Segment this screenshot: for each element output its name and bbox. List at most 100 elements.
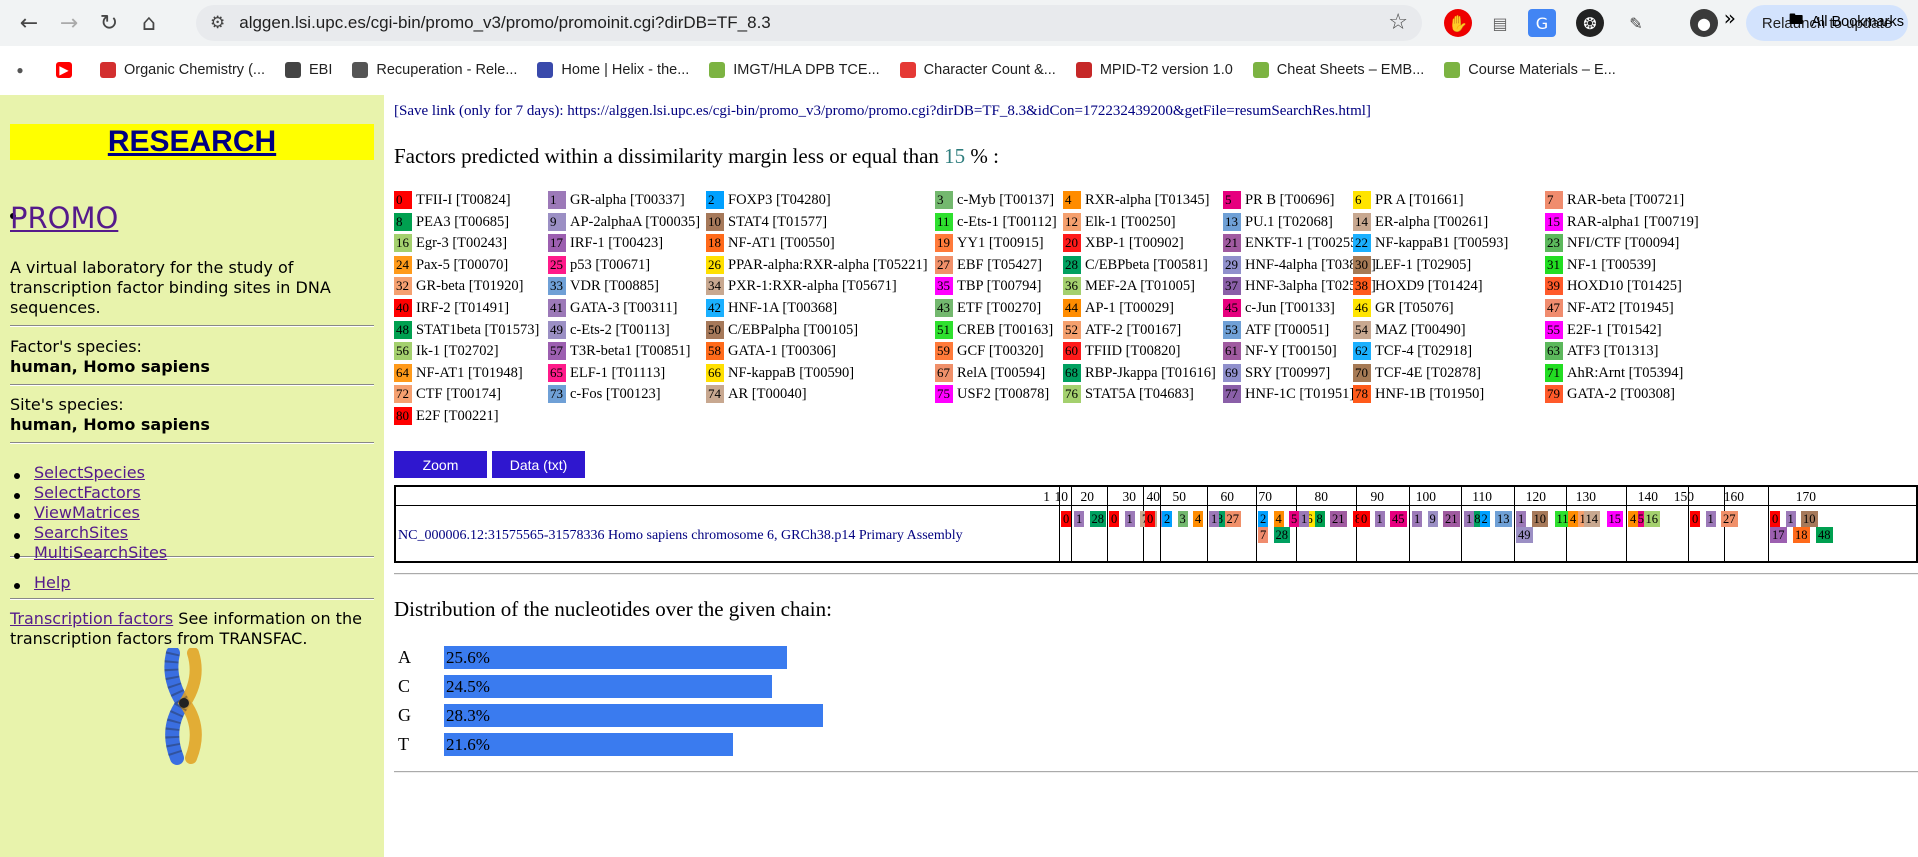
hit-badge[interactable]: 18 <box>1793 527 1810 543</box>
bookmark-item[interactable]: Recuperation - Rele... <box>352 62 517 78</box>
hit-badge[interactable]: 0 <box>1109 511 1120 527</box>
ruler-tick: 70 <box>1258 489 1273 504</box>
profile-avatar[interactable]: ● <box>1690 9 1718 37</box>
hit-badge[interactable]: 3 <box>1177 511 1188 527</box>
extensions-icon[interactable]: ✎ <box>1622 9 1650 37</box>
bookmark-item[interactable]: MPID-T2 version 1.0 <box>1075 62 1233 78</box>
save-link-text[interactable]: [Save link (only for 7 days): https://al… <box>394 103 1371 120</box>
bookmark-item[interactable]: Cheat Sheets – EMB... <box>1252 62 1424 78</box>
hit-badge[interactable]: 4 <box>1628 511 1639 527</box>
factor-color-badge: 8 <box>394 212 412 231</box>
promo-link[interactable]: PROMO <box>10 201 118 235</box>
hit-badge[interactable]: 2 <box>1258 511 1269 527</box>
hit-badge[interactable]: 45 <box>1390 511 1407 527</box>
factor-name: GATA-1 [T00306] <box>728 343 836 360</box>
hit-badge[interactable]: 21 <box>1443 511 1460 527</box>
hit-badge[interactable]: 1 <box>1374 511 1385 527</box>
all-bookmarks-button[interactable]: 🖿 All Bookmarks <box>1789 9 1904 34</box>
reload-icon[interactable]: ↻ <box>92 6 126 40</box>
data-txt-button[interactable]: Data (txt) <box>492 451 585 478</box>
hit-badge[interactable]: 1 <box>1074 511 1085 527</box>
hit-badge[interactable]: 4 <box>1568 511 1579 527</box>
transcription-factors-link[interactable]: Transcription factors <box>10 609 173 628</box>
document-icon[interactable]: ▤ <box>1486 9 1514 37</box>
hit-badge[interactable]: 13 <box>1495 511 1512 527</box>
hit-badge[interactable]: 49 <box>1516 527 1533 543</box>
address-bar[interactable]: ⚙ alggen.lsi.upc.es/cgi-bin/promo_v3/pro… <box>196 5 1422 41</box>
bookmark-globe[interactable]: ● <box>12 62 36 78</box>
sidebar-link-selectspecies[interactable]: SelectSpecies <box>34 463 145 482</box>
hit-badge[interactable]: 16 <box>1643 511 1660 527</box>
hit-badge[interactable]: 1 <box>1209 511 1220 527</box>
hit-badge[interactable]: 1 <box>1412 511 1423 527</box>
hit-badge[interactable]: 1 <box>1785 511 1796 527</box>
hit-badge[interactable]: 2 <box>1479 511 1490 527</box>
hit-badge[interactable]: 21 <box>1330 511 1347 527</box>
hit-badge[interactable]: 8 <box>1314 511 1325 527</box>
bookmark-item[interactable]: Course Materials – E... <box>1444 62 1616 78</box>
hit-badge[interactable]: 0 <box>1359 511 1370 527</box>
folder-icon: 🖿 <box>1788 12 1804 28</box>
home-icon[interactable]: ⌂ <box>132 6 166 40</box>
hit-badge[interactable]: 0 <box>1145 511 1156 527</box>
hit-badge[interactable]: 28 <box>1273 527 1290 543</box>
adblock-icon[interactable]: ✋ <box>1444 9 1472 37</box>
translate-icon[interactable]: G <box>1528 9 1556 37</box>
hit-badge[interactable]: 27 <box>1224 511 1241 527</box>
openai-icon[interactable]: ❂ <box>1576 9 1604 37</box>
research-link[interactable]: RESEARCH <box>108 125 276 158</box>
hit-badge[interactable]: 1 <box>1124 511 1135 527</box>
hit-badge[interactable]: 48 <box>1816 527 1833 543</box>
forward-icon[interactable]: → <box>52 6 86 40</box>
bookmark-item[interactable]: Character Count &... <box>899 62 1056 78</box>
sidebar-link-searchsites[interactable]: SearchSites <box>34 523 128 542</box>
hit-badge[interactable]: 14 <box>1583 511 1600 527</box>
hit-badge[interactable]: 1 <box>1464 511 1475 527</box>
hit-badge[interactable]: 0 <box>1690 511 1701 527</box>
factor-item: 38 HOXD9 [T01424] <box>1353 277 1483 296</box>
bookmark-item[interactable]: Home | Helix - the... <box>537 62 689 78</box>
more-bookmarks-icon[interactable]: » <box>1724 6 1736 30</box>
hit-badge[interactable]: 10 <box>1531 511 1548 527</box>
bookmark-item[interactable]: EBI <box>285 62 332 78</box>
hit-badge[interactable]: 0 <box>1061 511 1072 527</box>
factor-name: MEF-2A [T01005] <box>1085 278 1195 295</box>
hit-badge[interactable]: 1 <box>1299 511 1310 527</box>
factor-color-badge: 6 <box>1353 191 1371 209</box>
hit-badge[interactable]: 28 <box>1089 511 1106 527</box>
hit-badge[interactable]: 17 <box>1770 527 1787 543</box>
sidebar-link-selectfactors[interactable]: SelectFactors <box>34 483 141 502</box>
hit-badge[interactable]: 15 <box>1606 511 1623 527</box>
hit-badge[interactable]: 1 <box>1516 511 1527 527</box>
back-icon[interactable]: ← <box>12 6 46 40</box>
bookmark-item[interactable]: IMGT/HLA DPB TCE... <box>709 62 880 78</box>
hit-badge[interactable]: 27 <box>1721 511 1738 527</box>
sequence-map-table: 1 10 20 30 40 50 60 70 80 90 100 110 120 130 140 150 160… <box>394 485 1918 563</box>
bookmark-youtube[interactable]: ▶ <box>56 62 80 78</box>
help-link[interactable]: Help <box>34 573 70 592</box>
hit-badge[interactable]: 9 <box>1427 511 1438 527</box>
zoom-button[interactable]: Zoom <box>394 451 487 478</box>
factor-item: 6 PR A [T01661] <box>1353 191 1464 209</box>
hit-badge[interactable]: 1 <box>1705 511 1716 527</box>
site-species-value: human, Homo sapiens <box>10 415 210 434</box>
hit-badge[interactable]: 7 <box>1258 527 1269 543</box>
site-info-icon[interactable]: ⚙ <box>210 13 225 33</box>
hit-badge[interactable]: 2 <box>1162 511 1173 527</box>
hit-badge[interactable]: 0 <box>1770 511 1781 527</box>
dissimilarity-margin: 15 <box>944 144 966 168</box>
bookmark-star-icon[interactable]: ☆ <box>1388 10 1408 35</box>
sidebar-link-viewmatrices[interactable]: ViewMatrices <box>34 503 140 522</box>
hit-badge[interactable]: 4 <box>1193 511 1204 527</box>
hit-badge[interactable]: 10 <box>1801 511 1818 527</box>
factor-color-badge: 3 <box>935 191 953 209</box>
factor-item: 1 GR-alpha [T00337] <box>548 191 685 209</box>
divider <box>394 573 1918 575</box>
hit-badge[interactable]: 5 <box>1289 511 1300 527</box>
factor-name: ETF [T00270] <box>957 300 1042 316</box>
sequence-label[interactable]: NC_000006.12:31575565-31578336 Homo sapi… <box>398 528 963 544</box>
sidebar-link-multisearchsites[interactable]: MultiSearchSites <box>34 543 167 562</box>
url-text[interactable]: alggen.lsi.upc.es/cgi-bin/promo_v3/promo… <box>239 13 771 33</box>
bookmark-item[interactable]: Organic Chemistry (... <box>100 62 265 78</box>
hit-badge[interactable]: 4 <box>1273 511 1284 527</box>
